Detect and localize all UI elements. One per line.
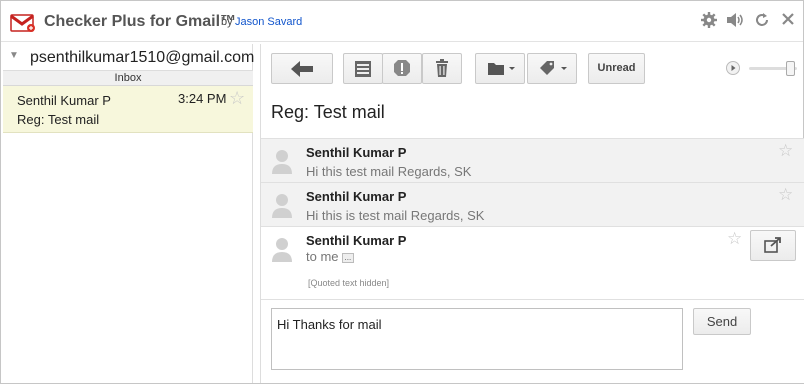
avatar-icon xyxy=(272,194,292,218)
move-to-button[interactable] xyxy=(475,53,525,84)
label-icon xyxy=(540,61,567,75)
gmail-logo-icon xyxy=(10,14,35,32)
quoted-text-toggle[interactable]: [Quoted text hidden] xyxy=(308,278,389,288)
reading-pane: Unread Reg: Test mail Senthil Kumar P Hi… xyxy=(260,44,804,383)
archive-icon xyxy=(355,61,371,77)
speaker-icon[interactable] xyxy=(725,11,745,31)
thread-message[interactable]: Senthil Kumar P Hi this is test mail Reg… xyxy=(261,182,804,226)
avatar-icon xyxy=(272,150,292,174)
message-toolbar: Unread xyxy=(261,44,804,92)
send-button[interactable]: Send xyxy=(693,308,751,335)
star-icon[interactable]: ☆ xyxy=(778,141,793,161)
spam-icon xyxy=(394,60,410,76)
refresh-icon[interactable] xyxy=(752,11,772,31)
by-label: by xyxy=(221,16,233,28)
account-header[interactable]: ▼ psenthilkumar1510@gmail.com xyxy=(3,44,255,71)
gear-icon[interactable] xyxy=(699,11,719,31)
list-item[interactable]: Senthil Kumar P 3:24 PM ☆ Reg: Test mail xyxy=(3,86,253,133)
back-arrow-icon xyxy=(291,61,313,77)
list-item-subject: Reg: Test mail xyxy=(17,112,100,127)
to-line: to me xyxy=(306,249,339,264)
thread-message[interactable]: Senthil Kumar P Hi this test mail Regard… xyxy=(261,138,804,182)
collapse-triangle-icon[interactable]: ▼ xyxy=(9,50,19,61)
delete-icon xyxy=(436,59,448,77)
show-details-button[interactable]: ... xyxy=(341,252,355,263)
star-icon[interactable]: ☆ xyxy=(229,88,245,109)
message-recipients: to me... xyxy=(306,249,355,264)
archive-button[interactable] xyxy=(343,53,383,84)
mark-unread-button[interactable]: Unread xyxy=(588,53,645,84)
thread-subject: Reg: Test mail xyxy=(271,102,385,122)
popout-button[interactable] xyxy=(750,230,796,261)
avatar-icon xyxy=(272,238,292,262)
labels-button[interactable] xyxy=(527,53,577,84)
star-icon[interactable]: ☆ xyxy=(778,185,793,205)
folder-label: Inbox xyxy=(3,71,253,86)
message-sender: Senthil Kumar P xyxy=(306,145,407,160)
close-icon[interactable] xyxy=(778,11,798,31)
popout-icon xyxy=(764,237,781,253)
message-sender: Senthil Kumar P xyxy=(306,189,407,204)
thread-message-expanded[interactable]: Senthil Kumar P to me... [Quoted text hi… xyxy=(261,226,804,299)
app-title: Checker Plus for Gmail™ xyxy=(44,13,237,30)
play-icon[interactable] xyxy=(726,61,740,75)
message-snippet: Hi this test mail Regards, SK xyxy=(306,164,472,179)
mark-unread-label: Unread xyxy=(597,62,636,74)
list-item-sender: Senthil Kumar P xyxy=(17,93,111,108)
reply-textarea[interactable]: Hi Thanks for mail xyxy=(271,308,683,370)
delete-button[interactable] xyxy=(422,53,462,84)
account-email: psenthilkumar1510@gmail.com xyxy=(30,49,255,66)
message-snippet: Hi this is test mail Regards, SK xyxy=(306,208,485,223)
extension-window: Checker Plus for Gmail™ by Jason Savard … xyxy=(0,0,804,384)
report-spam-button[interactable] xyxy=(382,53,422,84)
folder-icon xyxy=(488,63,515,75)
title-bar: Checker Plus for Gmail™ by Jason Savard xyxy=(1,1,803,42)
volume-slider-thumb[interactable] xyxy=(785,61,795,76)
back-button[interactable] xyxy=(271,53,333,84)
reply-area: Hi Thanks for mail Send xyxy=(261,299,804,383)
list-item-time: 3:24 PM xyxy=(178,91,227,106)
message-sender: Senthil Kumar P xyxy=(306,233,407,248)
mail-list-panel: ▼ psenthilkumar1510@gmail.com Inbox Sent… xyxy=(3,44,255,383)
author-link[interactable]: Jason Savard xyxy=(235,16,302,28)
volume-slider[interactable] xyxy=(745,61,801,76)
star-icon[interactable]: ☆ xyxy=(727,229,742,249)
